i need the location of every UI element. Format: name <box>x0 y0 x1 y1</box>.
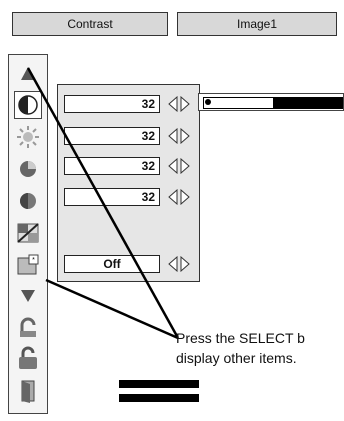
hint-line-2: display other items. <box>176 350 297 366</box>
hint-line-1: Press the SELECT b <box>176 330 305 346</box>
hint-text: Press the SELECT b display other items. <box>176 328 344 368</box>
divider-bar-bottom <box>119 394 199 402</box>
divider-bar-top <box>119 380 199 388</box>
